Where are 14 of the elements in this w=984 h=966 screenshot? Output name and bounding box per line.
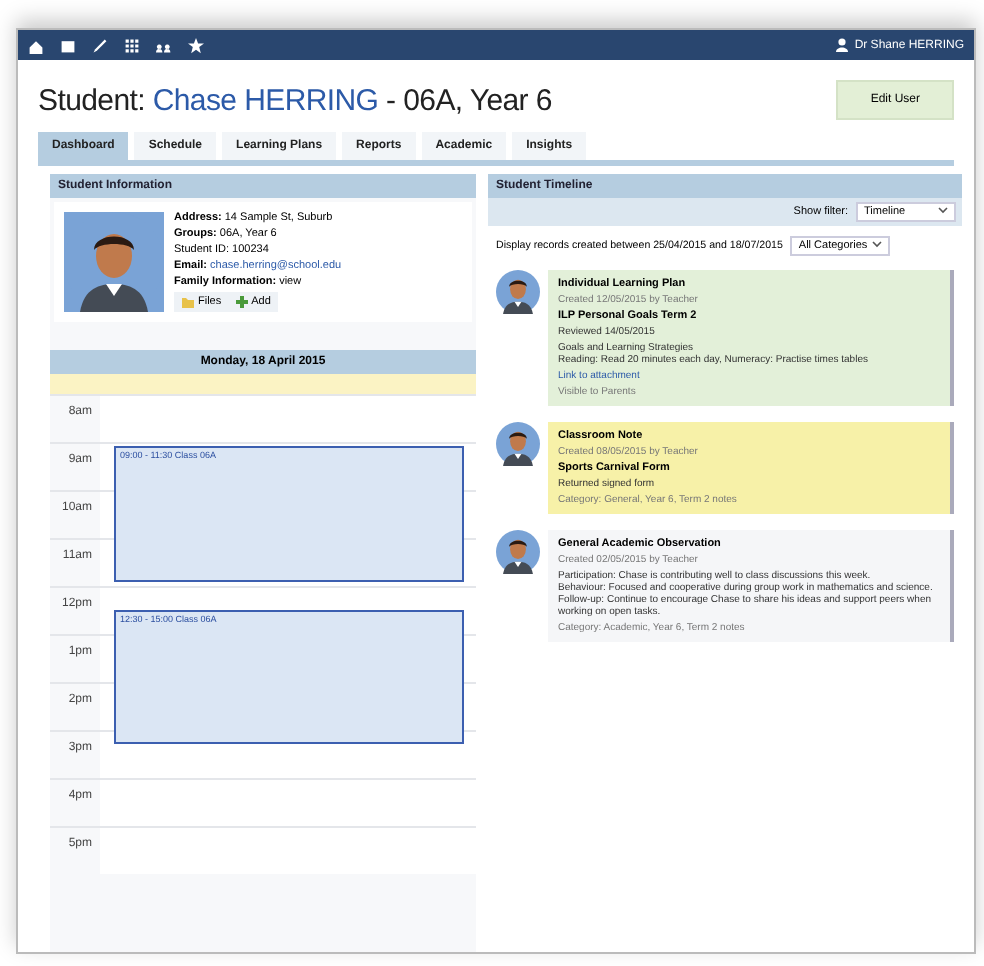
page-title: Student: Chase HERRING - 06A, Year 6 [38, 83, 552, 117]
home-icon[interactable] [28, 37, 44, 53]
plus-icon [235, 296, 248, 308]
folder-icon [182, 297, 194, 307]
grid-icon[interactable] [124, 37, 140, 53]
person-icon [836, 38, 849, 52]
avatar-silhouette [496, 422, 540, 466]
star-icon[interactable] [188, 37, 204, 53]
chevron-down-icon [872, 240, 883, 248]
document-icon[interactable] [60, 37, 76, 53]
avatar-silhouette [64, 212, 164, 312]
avatar-silhouette [496, 530, 540, 574]
chevron-down-icon [938, 206, 948, 214]
pencil-icon[interactable] [92, 37, 108, 53]
